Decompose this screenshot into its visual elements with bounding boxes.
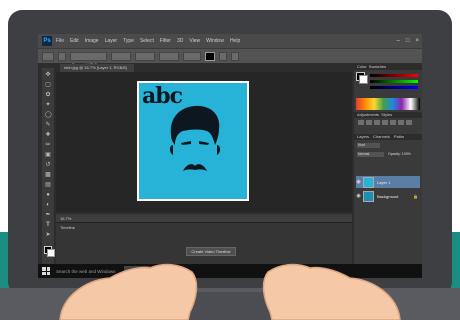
left-hand — [59, 263, 198, 320]
typing-hands — [59, 263, 401, 320]
right-hand — [262, 263, 401, 320]
